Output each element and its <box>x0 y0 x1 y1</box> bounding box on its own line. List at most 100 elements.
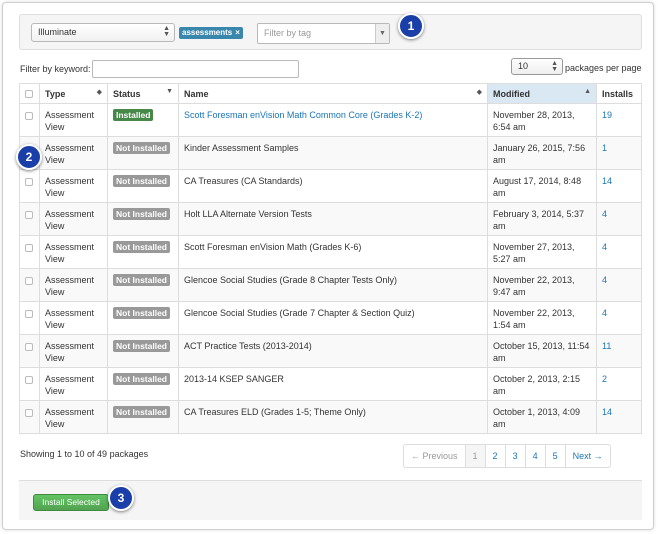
package-name[interactable]: Scott Foresman enVision Math Common Core… <box>184 110 422 120</box>
type-cell: Assessment View <box>39 334 108 368</box>
row-select-cell[interactable] <box>19 235 40 269</box>
type-cell: Assessment View <box>39 202 108 236</box>
next-page-button[interactable]: Next → <box>564 445 610 467</box>
name-cell: Scott Foresman enVision Math (Grades K-6… <box>178 235 488 269</box>
installs-link[interactable]: 4 <box>602 308 607 318</box>
installs-link[interactable]: 11 <box>602 341 611 351</box>
installs-link[interactable]: 4 <box>602 275 607 285</box>
name-cell: CA Treasures (CA Standards) <box>178 169 488 203</box>
header-type[interactable]: Type ◆ <box>39 83 108 104</box>
header-status[interactable]: Status ▼ <box>107 83 179 104</box>
modified-cell: January 26, 2015, 7:56 am <box>487 136 597 170</box>
status-cell: Not Installed <box>107 301 179 335</box>
header-installs[interactable]: Installs <box>596 83 642 104</box>
row-checkbox[interactable] <box>25 211 33 219</box>
table-row[interactable]: Assessment View Not Installed Kinder Asses… <box>19 136 642 170</box>
remove-tag-icon[interactable]: × <box>235 28 240 37</box>
row-checkbox[interactable] <box>25 310 33 318</box>
installs-link[interactable]: 4 <box>602 242 607 252</box>
per-page-label: packages per page <box>565 63 642 73</box>
row-select-cell[interactable] <box>19 268 40 302</box>
tag-chip-label: assessments <box>182 28 233 37</box>
installs-link[interactable]: 4 <box>602 209 607 219</box>
row-checkbox[interactable] <box>25 343 33 351</box>
table-row[interactable]: Assessment View Not Installed Glencoe Soci… <box>19 268 642 302</box>
row-checkbox[interactable] <box>25 178 33 186</box>
table-row[interactable]: Assessment View Not Installed ACT Practice… <box>19 334 642 368</box>
dropdown-arrow-icon[interactable]: ▼ <box>375 24 389 43</box>
status-badge: Not Installed <box>113 274 171 286</box>
row-checkbox[interactable] <box>25 409 33 417</box>
row-select-cell[interactable] <box>19 400 40 434</box>
installs-cell[interactable]: 14 <box>596 400 642 434</box>
select-all-checkbox[interactable] <box>25 90 33 98</box>
name-cell: Glencoe Social Studies (Grade 7 Chapter … <box>178 301 488 335</box>
status-badge: Not Installed <box>113 142 171 154</box>
keyword-filter-input[interactable] <box>92 60 299 78</box>
table-row[interactable]: Assessment View Not Installed CA Treasures… <box>19 400 642 434</box>
status-badge: Not Installed <box>113 406 171 418</box>
installs-link[interactable]: 1 <box>602 143 607 153</box>
installs-cell[interactable]: 1 <box>596 136 642 170</box>
row-select-cell[interactable] <box>19 202 40 236</box>
type-cell: Assessment View <box>39 235 108 269</box>
installs-cell[interactable]: 4 <box>596 235 642 269</box>
header-name[interactable]: Name ◆ <box>178 83 488 104</box>
page-4-link[interactable]: 4 <box>524 445 545 467</box>
select-all-header[interactable] <box>19 83 40 104</box>
installs-cell[interactable]: 4 <box>596 301 642 335</box>
name-cell[interactable]: Scott Foresman enVision Math Common Core… <box>178 103 488 137</box>
table-row[interactable]: Assessment View Installed Scott Foresman e… <box>19 103 642 137</box>
table-row[interactable]: Assessment View Not Installed Glencoe Soci… <box>19 301 642 335</box>
installs-link[interactable]: 14 <box>602 176 612 186</box>
page-3-link[interactable]: 3 <box>504 445 525 467</box>
type-cell: Assessment View <box>39 103 108 137</box>
row-select-cell[interactable] <box>19 367 40 401</box>
row-checkbox[interactable] <box>25 112 33 120</box>
install-selected-button[interactable]: Install Selected <box>33 494 109 511</box>
row-select-cell[interactable] <box>19 103 40 137</box>
table-row[interactable]: Assessment View Not Installed Holt LLA Alt… <box>19 202 642 236</box>
status-cell: Not Installed <box>107 235 179 269</box>
table-row[interactable]: Assessment View Not Installed Scott Foresm… <box>19 235 642 269</box>
per-page-select[interactable]: 10 ▲ ▼ <box>511 58 563 75</box>
row-select-cell[interactable] <box>19 301 40 335</box>
installs-cell[interactable]: 4 <box>596 268 642 302</box>
row-checkbox[interactable] <box>25 277 33 285</box>
row-select-cell[interactable] <box>19 334 40 368</box>
packages-panel: Illuminate ▲ ▼ assessments × Filter by tag… <box>2 2 654 530</box>
row-checkbox[interactable] <box>25 376 33 384</box>
installs-cell[interactable]: 19 <box>596 103 642 137</box>
package-name: CA Treasures (CA Standards) <box>184 176 303 186</box>
package-name: Kinder Assessment Samples <box>184 143 299 153</box>
previous-page-button: ← Previous <box>411 451 458 461</box>
per-page-value: 10 <box>518 61 529 71</box>
installs-link[interactable]: 2 <box>602 374 607 384</box>
page-5-link[interactable]: 5 <box>544 445 565 467</box>
name-cell: CA Treasures ELD (Grades 1-5; Theme Only… <box>178 400 488 434</box>
installs-cell[interactable]: 2 <box>596 367 642 401</box>
tag-filter-bar: Illuminate ▲ ▼ assessments × Filter by tag… <box>19 14 642 50</box>
package-name: 2013-14 KSEP SANGER <box>184 374 284 384</box>
modified-cell: October 2, 2013, 2:15 am <box>487 367 597 401</box>
installs-cell[interactable]: 11 <box>596 334 642 368</box>
tag-filter-input[interactable]: Filter by tag ▼ <box>257 23 390 44</box>
source-select[interactable]: Illuminate ▲ ▼ <box>31 23 175 42</box>
package-name: Glencoe Social Studies (Grade 8 Chapter … <box>184 275 397 285</box>
header-status-label: Status <box>113 88 141 99</box>
header-name-label: Name <box>184 88 209 99</box>
installs-link[interactable]: 19 <box>602 110 612 120</box>
header-modified[interactable]: Modified ▲ <box>487 83 597 104</box>
header-installs-label: Installs <box>602 88 634 99</box>
installs-cell[interactable]: 4 <box>596 202 642 236</box>
modified-cell: October 1, 2013, 4:09 am <box>487 400 597 434</box>
status-badge: Not Installed <box>113 175 171 187</box>
table-row[interactable]: Assessment View Not Installed CA Treasures… <box>19 169 642 203</box>
row-select-cell[interactable] <box>19 169 40 203</box>
page-2-link[interactable]: 2 <box>484 445 505 467</box>
installs-cell[interactable]: 14 <box>596 169 642 203</box>
modified-cell: October 15, 2013, 11:54 am <box>487 334 597 368</box>
installs-link[interactable]: 14 <box>602 407 612 417</box>
table-row[interactable]: Assessment View Not Installed 2013-14 KSEP… <box>19 367 642 401</box>
row-checkbox[interactable] <box>25 244 33 252</box>
